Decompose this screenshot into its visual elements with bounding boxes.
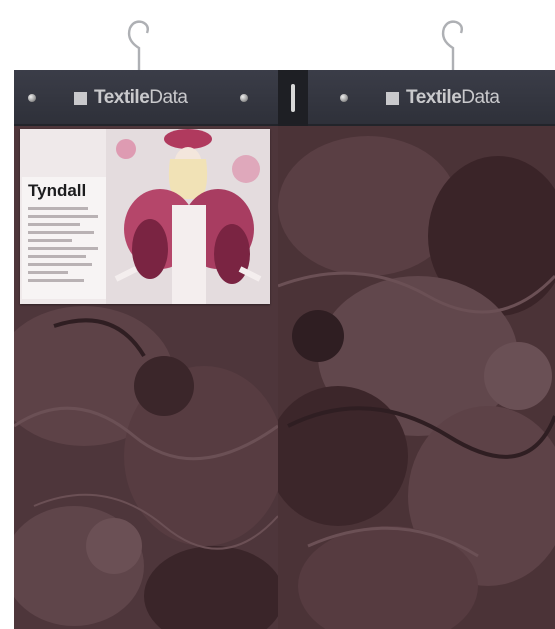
model-photo — [106, 129, 270, 304]
brand-logo: TextileData — [74, 87, 188, 108]
brand-name-bold: Textile — [94, 87, 150, 108]
grommet-icon — [340, 94, 348, 102]
swatch-header-right: TextileData — [308, 70, 555, 126]
brand-name-light: Data — [461, 87, 500, 108]
brand-name-light: Data — [149, 87, 188, 108]
fabric-swatch-right — [278, 126, 555, 629]
swatch-header-left: TextileData — [14, 70, 278, 126]
product-label-card: Tyndall — [20, 129, 270, 304]
grommet-icon — [28, 94, 36, 102]
brand-logo: TextileData — [386, 87, 500, 108]
hanger-hook-icon — [436, 18, 470, 72]
hanger-hook-icon — [122, 18, 156, 72]
textiledata-logo-icon — [386, 91, 399, 105]
textiledata-logo-icon — [74, 91, 87, 105]
brand-name-bold: Textile — [406, 87, 462, 108]
label-info-panel: Tyndall — [22, 177, 106, 299]
label-title: Tyndall — [28, 181, 87, 200]
hanger-clip — [278, 70, 308, 126]
grommet-icon — [240, 94, 248, 102]
label-details — [28, 207, 100, 287]
